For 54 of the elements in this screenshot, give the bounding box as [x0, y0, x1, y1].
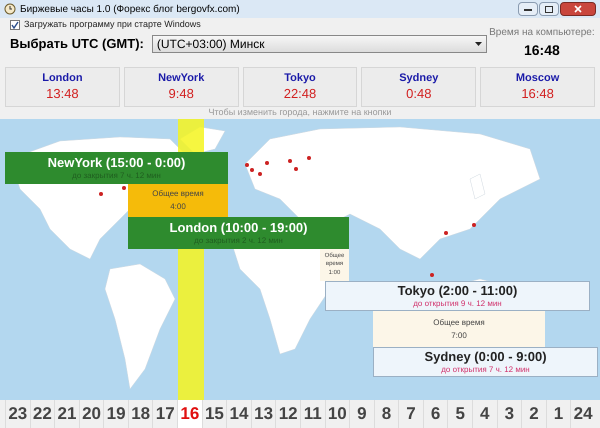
minimize-icon — [524, 8, 532, 10]
minimize-button[interactable] — [518, 2, 538, 16]
computer-time-label: Время на компьютере: — [489, 26, 595, 40]
hour-button[interactable]: 24 — [570, 400, 595, 428]
city-button[interactable]: Tokyo 22:48 — [242, 67, 358, 107]
window-title: Биржевые часы 1.0 (Форекс блог bergovfx.com) — [20, 2, 241, 16]
hour-button[interactable]: 19 — [103, 400, 128, 428]
hour-button[interactable]: 10 — [324, 400, 350, 428]
session-title: NewYork (15:00 - 0:00) — [48, 154, 186, 172]
clock-icon — [4, 3, 16, 15]
maximize-button[interactable] — [539, 2, 559, 16]
city-button[interactable]: London 13:48 — [5, 67, 120, 107]
hour-button[interactable]: 7 — [398, 400, 423, 428]
close-button[interactable] — [560, 2, 596, 16]
caret-icon — [474, 42, 482, 46]
session-countdown: до открытия 9 ч. 12 мин — [413, 299, 502, 310]
hour-button[interactable]: 16 — [177, 400, 202, 428]
close-icon — [574, 5, 582, 13]
session-title: London (10:00 - 19:00) — [170, 220, 308, 236]
overlap-time: 7:00 — [451, 330, 467, 342]
checkbox[interactable] — [10, 20, 20, 30]
session-countdown: до открытия 7 ч. 12 мин — [441, 365, 530, 376]
hour-button[interactable]: 21 — [54, 400, 79, 428]
hour-button[interactable]: 6 — [422, 400, 448, 428]
hour-button[interactable]: 8 — [374, 400, 398, 428]
city-button[interactable]: Sydney 0:48 — [361, 67, 476, 107]
hour-button[interactable]: 11 — [300, 400, 325, 428]
hour-button[interactable]: 12 — [275, 400, 300, 428]
hour-button[interactable]: 1 — [546, 400, 570, 428]
maximize-icon — [545, 6, 553, 12]
hour-button[interactable]: 9 — [349, 400, 374, 428]
utc-dropdown[interactable]: (UTC+03:00) Минск — [152, 34, 487, 53]
hour-button[interactable]: 13 — [250, 400, 276, 428]
hour-button[interactable]: 22 — [30, 400, 54, 428]
hour-button[interactable]: 2 — [521, 400, 546, 428]
hour-button[interactable]: 20 — [78, 400, 104, 428]
city-button[interactable]: Moscow 16:48 — [480, 67, 595, 107]
computer-time: 16:48 — [524, 41, 560, 60]
overlap-label: Общее время — [152, 188, 204, 200]
session-title: Tokyo (2:00 - 11:00) — [398, 282, 518, 300]
session-title: Sydney (0:00 - 9:00) — [424, 348, 547, 366]
hour-button[interactable]: 5 — [447, 400, 472, 428]
checkbox-label: Загружать программу при старте Windows — [24, 18, 201, 32]
hour-button[interactable]: 3 — [496, 400, 522, 428]
overlap-label: Общее время — [433, 316, 485, 328]
hour-button[interactable]: 4 — [472, 400, 497, 428]
hour-button[interactable]: 15 — [202, 400, 226, 428]
city-button[interactable]: NewYork 9:48 — [124, 67, 239, 107]
hour-button[interactable]: 18 — [128, 400, 152, 428]
utc-label: Выбрать UTC (GMT): — [10, 35, 144, 53]
hint-text: Чтобы изменить города, нажмите на кнопки — [208, 107, 392, 118]
overlap-time: 4:00 — [170, 201, 186, 213]
hour-button[interactable]: 23 — [5, 400, 30, 428]
hour-button[interactable]: 14 — [226, 400, 251, 428]
